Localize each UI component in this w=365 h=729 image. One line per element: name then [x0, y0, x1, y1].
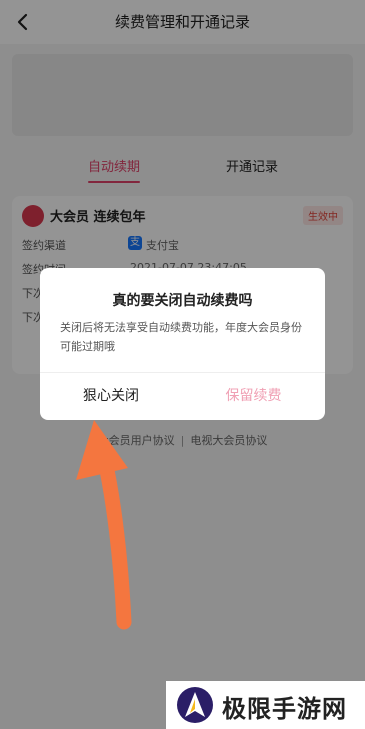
pointer-arrow-annotation	[76, 420, 132, 630]
watermark-text: 极限手游网	[222, 694, 347, 723]
watermark-banner: 极限手游网	[166, 681, 365, 729]
site-logo-icon	[177, 687, 213, 723]
